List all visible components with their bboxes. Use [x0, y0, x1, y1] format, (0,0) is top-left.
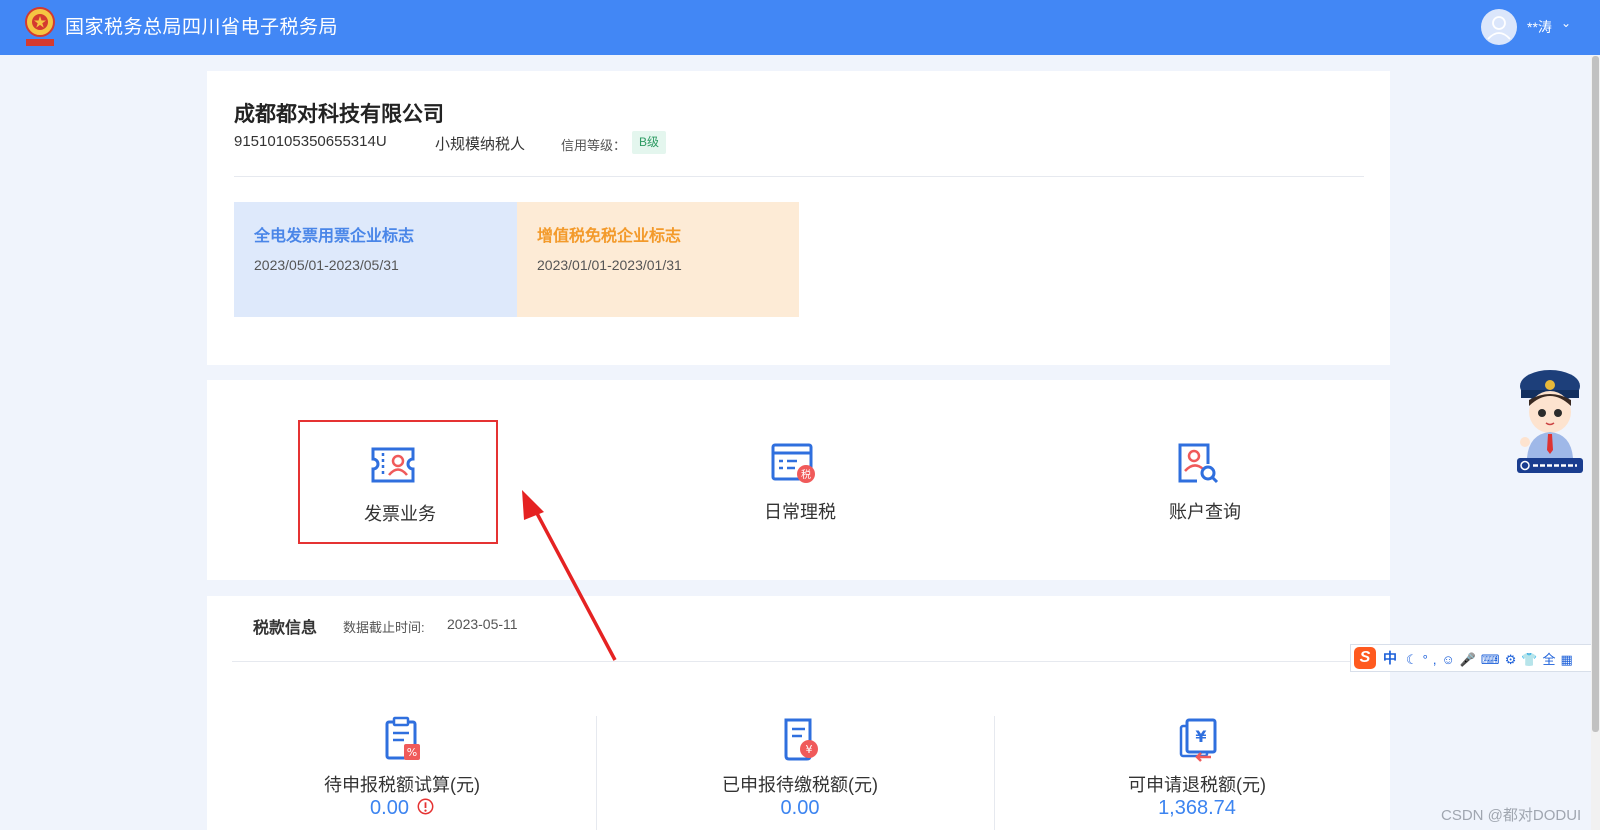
- refundable-tax[interactable]: ¥ 可申请退税额(元) 1,368.74: [1017, 716, 1377, 830]
- daily-tax-button[interactable]: 税 日常理税: [700, 420, 900, 544]
- tax-info-panel: 税款信息 数据截止时间: 2023-05-11 % 待申报税额试算(元) 0.0…: [207, 596, 1390, 830]
- page-scrollbar[interactable]: [1591, 56, 1600, 830]
- company-info-panel: 成都都对科技有限公司 91510105350655314U 小规模纳税人 信用等…: [207, 71, 1390, 365]
- info-icon[interactable]: [417, 798, 434, 815]
- stat-label: 待申报税额试算(元): [324, 775, 480, 795]
- top-header-bar: 国家税务总局四川省电子税务局 **涛 ⌄: [0, 0, 1600, 55]
- company-name: 成都都对科技有限公司: [234, 103, 444, 126]
- data-cutoff-label: 数据截止时间:: [343, 620, 425, 635]
- stat-value-number: 0.00: [370, 797, 409, 819]
- watermark: CSDN @都对DODUI: [1441, 807, 1582, 824]
- svg-text:税: 税: [801, 468, 811, 481]
- tax-assistant-mascot-icon[interactable]: [1515, 366, 1585, 476]
- stat-value: 0.00: [222, 797, 582, 820]
- site-title[interactable]: 国家税务总局四川省电子税务局: [65, 12, 338, 39]
- invoice-business-label: 发票业务: [364, 504, 436, 524]
- divider: [232, 661, 1367, 662]
- chevron-down-icon[interactable]: ⌄: [1561, 16, 1571, 30]
- ime-mode-toggle[interactable]: 中: [1383, 648, 1397, 668]
- tax-id: 91510105350655314U: [234, 133, 387, 150]
- divider: [234, 176, 1364, 177]
- user-name[interactable]: **涛: [1527, 17, 1552, 37]
- flag-period: 2023/05/01-2023/05/31: [254, 257, 399, 273]
- credit-grade-badge: B级: [632, 131, 667, 154]
- user-avatar-icon[interactable]: [1481, 9, 1517, 45]
- flag-title: 全电发票用票企业标志: [254, 228, 415, 245]
- invoice-ticket-icon: [371, 447, 415, 483]
- flag-card-vat-exempt[interactable]: 增值税免税企业标志 2023/01/01-2023/01/31: [517, 202, 799, 317]
- ime-tool-icons[interactable]: ☾°,☺🎤⌨⚙👕全▦: [1406, 649, 1578, 668]
- flag-title: 增值税免税企业标志: [537, 228, 682, 245]
- tax-calendar-icon: 税: [771, 443, 815, 483]
- flag-period: 2023/01/01-2023/01/31: [537, 257, 682, 273]
- business-entry-panel: 发票业务 税 日常理税 账户查询: [207, 380, 1390, 580]
- tax-emblem-icon[interactable]: [22, 5, 58, 49]
- credit-grade-label: 信用等级：: [561, 138, 627, 153]
- pending-tax-estimate[interactable]: % 待申报税额试算(元) 0.00: [222, 716, 582, 830]
- stat-label: 已申报待缴税额(元): [722, 775, 878, 795]
- annotation-arrow-icon: [522, 490, 617, 661]
- account-query-label: 账户查询: [1169, 502, 1241, 522]
- data-cutoff-date: 2023-05-11: [447, 616, 518, 632]
- ime-toolbar[interactable]: S 中 ☾°,☺🎤⌨⚙👕全▦: [1350, 644, 1600, 672]
- stat-value: 1,368.74: [1158, 797, 1236, 819]
- scrollbar-thumb[interactable]: [1592, 56, 1599, 732]
- ime-logo-icon[interactable]: S: [1354, 647, 1376, 669]
- column-divider: [596, 716, 597, 830]
- flag-card-e-invoice[interactable]: 全电发票用票企业标志 2023/05/01-2023/05/31: [234, 202, 517, 317]
- tax-info-title: 税款信息: [253, 620, 318, 637]
- svg-text:¥: ¥: [1195, 727, 1206, 746]
- daily-tax-label: 日常理税: [764, 502, 836, 522]
- svg-text:%: %: [407, 746, 417, 759]
- column-divider: [994, 716, 995, 830]
- clipboard-percent-icon: %: [385, 716, 420, 760]
- document-yuan-icon: ¥: [784, 718, 818, 761]
- stat-label: 可申请退税额(元): [1128, 775, 1266, 795]
- invoice-business-button[interactable]: 发票业务: [298, 420, 498, 544]
- declared-unpaid-tax[interactable]: ¥ 已申报待缴税额(元) 0.00: [620, 716, 980, 830]
- refund-yuan-icon: ¥: [1179, 718, 1217, 762]
- account-search-icon: [1178, 443, 1219, 484]
- taxpayer-type: 小规模纳税人: [435, 136, 526, 153]
- svg-text:¥: ¥: [806, 743, 813, 756]
- account-query-button[interactable]: 账户查询: [1105, 420, 1305, 544]
- stat-value: 0.00: [780, 797, 820, 819]
